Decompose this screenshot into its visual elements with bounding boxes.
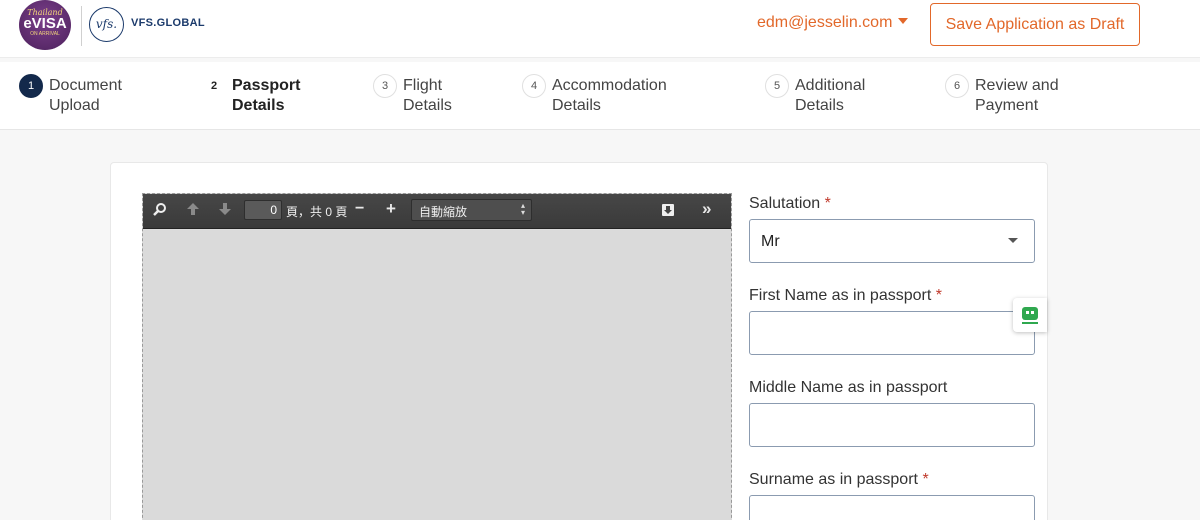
step-label: Flight Details — [403, 77, 452, 114]
pdf-viewer: 頁，共 0 頁 − + 自動縮放 ▴▾ » — [142, 193, 732, 520]
select-arrows-icon: ▴ ▾ — [520, 201, 525, 217]
prev-page-icon[interactable] — [186, 202, 200, 219]
thailand-evisa-logo[interactable]: Thailand eVISA ON ARRIVAL — [19, 0, 71, 50]
caret-down-icon — [898, 18, 909, 24]
step-number: 3 — [373, 74, 397, 98]
next-page-icon[interactable] — [218, 202, 232, 219]
caret-down-icon — [1008, 238, 1018, 243]
surname-input[interactable] — [749, 495, 1035, 520]
salutation-select[interactable] — [749, 219, 1035, 263]
robot-face-icon — [1022, 307, 1038, 320]
password-manager-icon[interactable] — [1013, 298, 1047, 332]
logo-divider — [81, 6, 82, 46]
zoom-select-value: 自動縮放 — [419, 205, 468, 219]
step-label: Accommodation Details — [552, 77, 667, 114]
pdf-document-area[interactable] — [143, 230, 731, 520]
step-label: Additional Details — [795, 77, 866, 114]
zoom-select[interactable]: 自動縮放 ▴ ▾ — [411, 199, 532, 221]
pdf-toolbar: 頁，共 0 頁 − + 自動縮放 ▴▾ » — [143, 194, 731, 229]
middle-name-label: Middle Name as in passport — [749, 379, 948, 396]
tools-menu-icon[interactable]: » — [702, 199, 711, 219]
download-icon[interactable] — [661, 202, 675, 220]
salutation-value: Mr — [761, 233, 780, 250]
step-number: 2 — [202, 74, 226, 98]
vfs-logo-text: VFS.GLOBAL — [131, 17, 205, 29]
save-draft-button[interactable]: Save Application as Draft — [930, 3, 1140, 46]
salutation-label: Salutation * — [749, 195, 831, 212]
step-number: 6 — [945, 74, 969, 98]
page-count-text: 頁，共 0 頁 — [286, 205, 348, 219]
middle-name-input[interactable] — [749, 403, 1035, 447]
zoom-out-icon[interactable]: − — [355, 200, 364, 218]
step-number: 5 — [765, 74, 789, 98]
page-number-input[interactable] — [244, 200, 282, 220]
user-email: edm@jesselin.com — [757, 14, 893, 31]
user-account-menu[interactable]: edm@jesselin.com — [757, 14, 909, 32]
step-number: 4 — [522, 74, 546, 98]
step-label: Review and Payment — [975, 77, 1059, 114]
logo-line-2: eVISA — [23, 15, 67, 32]
first-name-label: First Name as in passport * — [749, 287, 942, 304]
step-number: 1 — [19, 74, 43, 98]
surname-label: Surname as in passport * — [749, 471, 929, 488]
zoom-in-icon[interactable]: + — [386, 199, 396, 219]
first-name-input[interactable] — [749, 311, 1035, 355]
step-label: Passport Details — [232, 77, 301, 114]
progress-stepper: 1 Document Upload 2 Passport Details 3 Fli… — [0, 62, 1200, 130]
vfs-logo-mark: vfs. — [89, 7, 124, 42]
top-header: Thailand eVISA ON ARRIVAL vfs. VFS.GLOBA… — [0, 0, 1200, 58]
search-icon[interactable] — [153, 202, 167, 219]
step-label: Document Upload — [49, 77, 122, 114]
